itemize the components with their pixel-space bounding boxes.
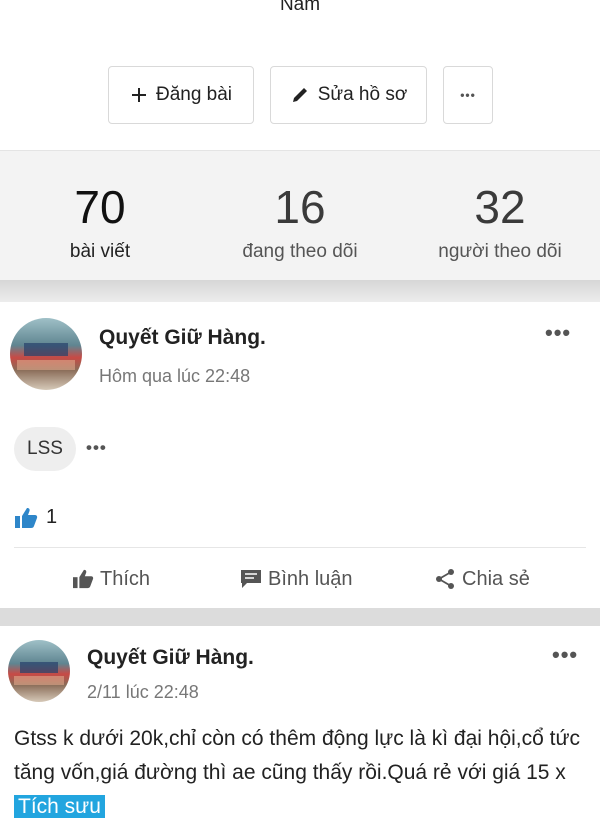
post-tag[interactable]: LSS (14, 427, 76, 471)
pencil-icon (292, 88, 307, 102)
plus-icon (131, 88, 146, 102)
stat-followers[interactable]: 32 người theo dõi (400, 151, 600, 263)
author-avatar[interactable] (10, 318, 82, 390)
more-dots-icon: ••• (460, 88, 476, 102)
share-button[interactable]: Chia sẻ (434, 564, 530, 594)
stat-followers-count: 32 (474, 181, 526, 233)
create-post-button[interactable]: Đăng bài (108, 66, 254, 124)
profile-name: Nam (279, 0, 321, 15)
stat-posts-count: 70 (74, 181, 126, 233)
like-button[interactable]: Thích (72, 564, 150, 594)
create-post-label: Đăng bài (155, 84, 233, 105)
section-divider (0, 280, 600, 302)
comment-button[interactable]: Bình luận (240, 564, 353, 594)
stat-following[interactable]: 16 đang theo dõi (200, 151, 400, 263)
stat-posts[interactable]: 70 bài viết (0, 151, 200, 263)
post-body: Gtss k dưới 20k,chỉ còn có thêm động lực… (14, 722, 590, 824)
thumbs-up-icon (73, 569, 94, 589)
like-label: Thích (100, 567, 151, 590)
more-options-button[interactable]: ••• (443, 66, 493, 124)
post-separator (0, 608, 600, 626)
share-label: Chia sẻ (462, 567, 530, 590)
author-avatar[interactable] (8, 640, 70, 702)
edit-profile-label: Sửa hồ sơ (317, 84, 408, 105)
comment-icon (241, 570, 261, 588)
stat-posts-label: bài viết (69, 241, 131, 262)
like-count-value: 1 (46, 506, 58, 528)
tag-more-button[interactable]: ••• (86, 438, 107, 458)
post-more-button[interactable]: ••• (545, 320, 571, 346)
post-more-button[interactable]: ••• (552, 642, 578, 668)
post-body-text: Gtss k dưới 20k,chỉ còn có thêm động lực… (14, 727, 581, 784)
post-timestamp[interactable]: Hôm qua lúc 22:48 (99, 366, 250, 387)
share-icon (436, 569, 454, 589)
stat-following-count: 16 (274, 181, 326, 233)
comment-label: Bình luận (268, 567, 353, 590)
post-author-name[interactable]: Quyết Giữ Hàng. (87, 646, 254, 670)
hashtag-link[interactable]: Tích sưu (14, 795, 105, 818)
profile-stats: 70 bài viết 16 đang theo dõi 32 người th… (0, 150, 600, 281)
thumbs-up-icon (15, 507, 38, 528)
like-count[interactable]: 1 (14, 506, 57, 529)
post-timestamp[interactable]: 2/11 lúc 22:48 (87, 682, 199, 703)
stat-following-label: đang theo dõi (242, 241, 358, 262)
edit-profile-button[interactable]: Sửa hồ sơ (270, 66, 427, 124)
profile-actions: Đăng bài Sửa hồ sơ ••• (0, 66, 600, 126)
post-author-name[interactable]: Quyết Giữ Hàng. (99, 326, 266, 350)
post-divider (14, 547, 586, 548)
stat-followers-label: người theo dõi (438, 241, 562, 262)
